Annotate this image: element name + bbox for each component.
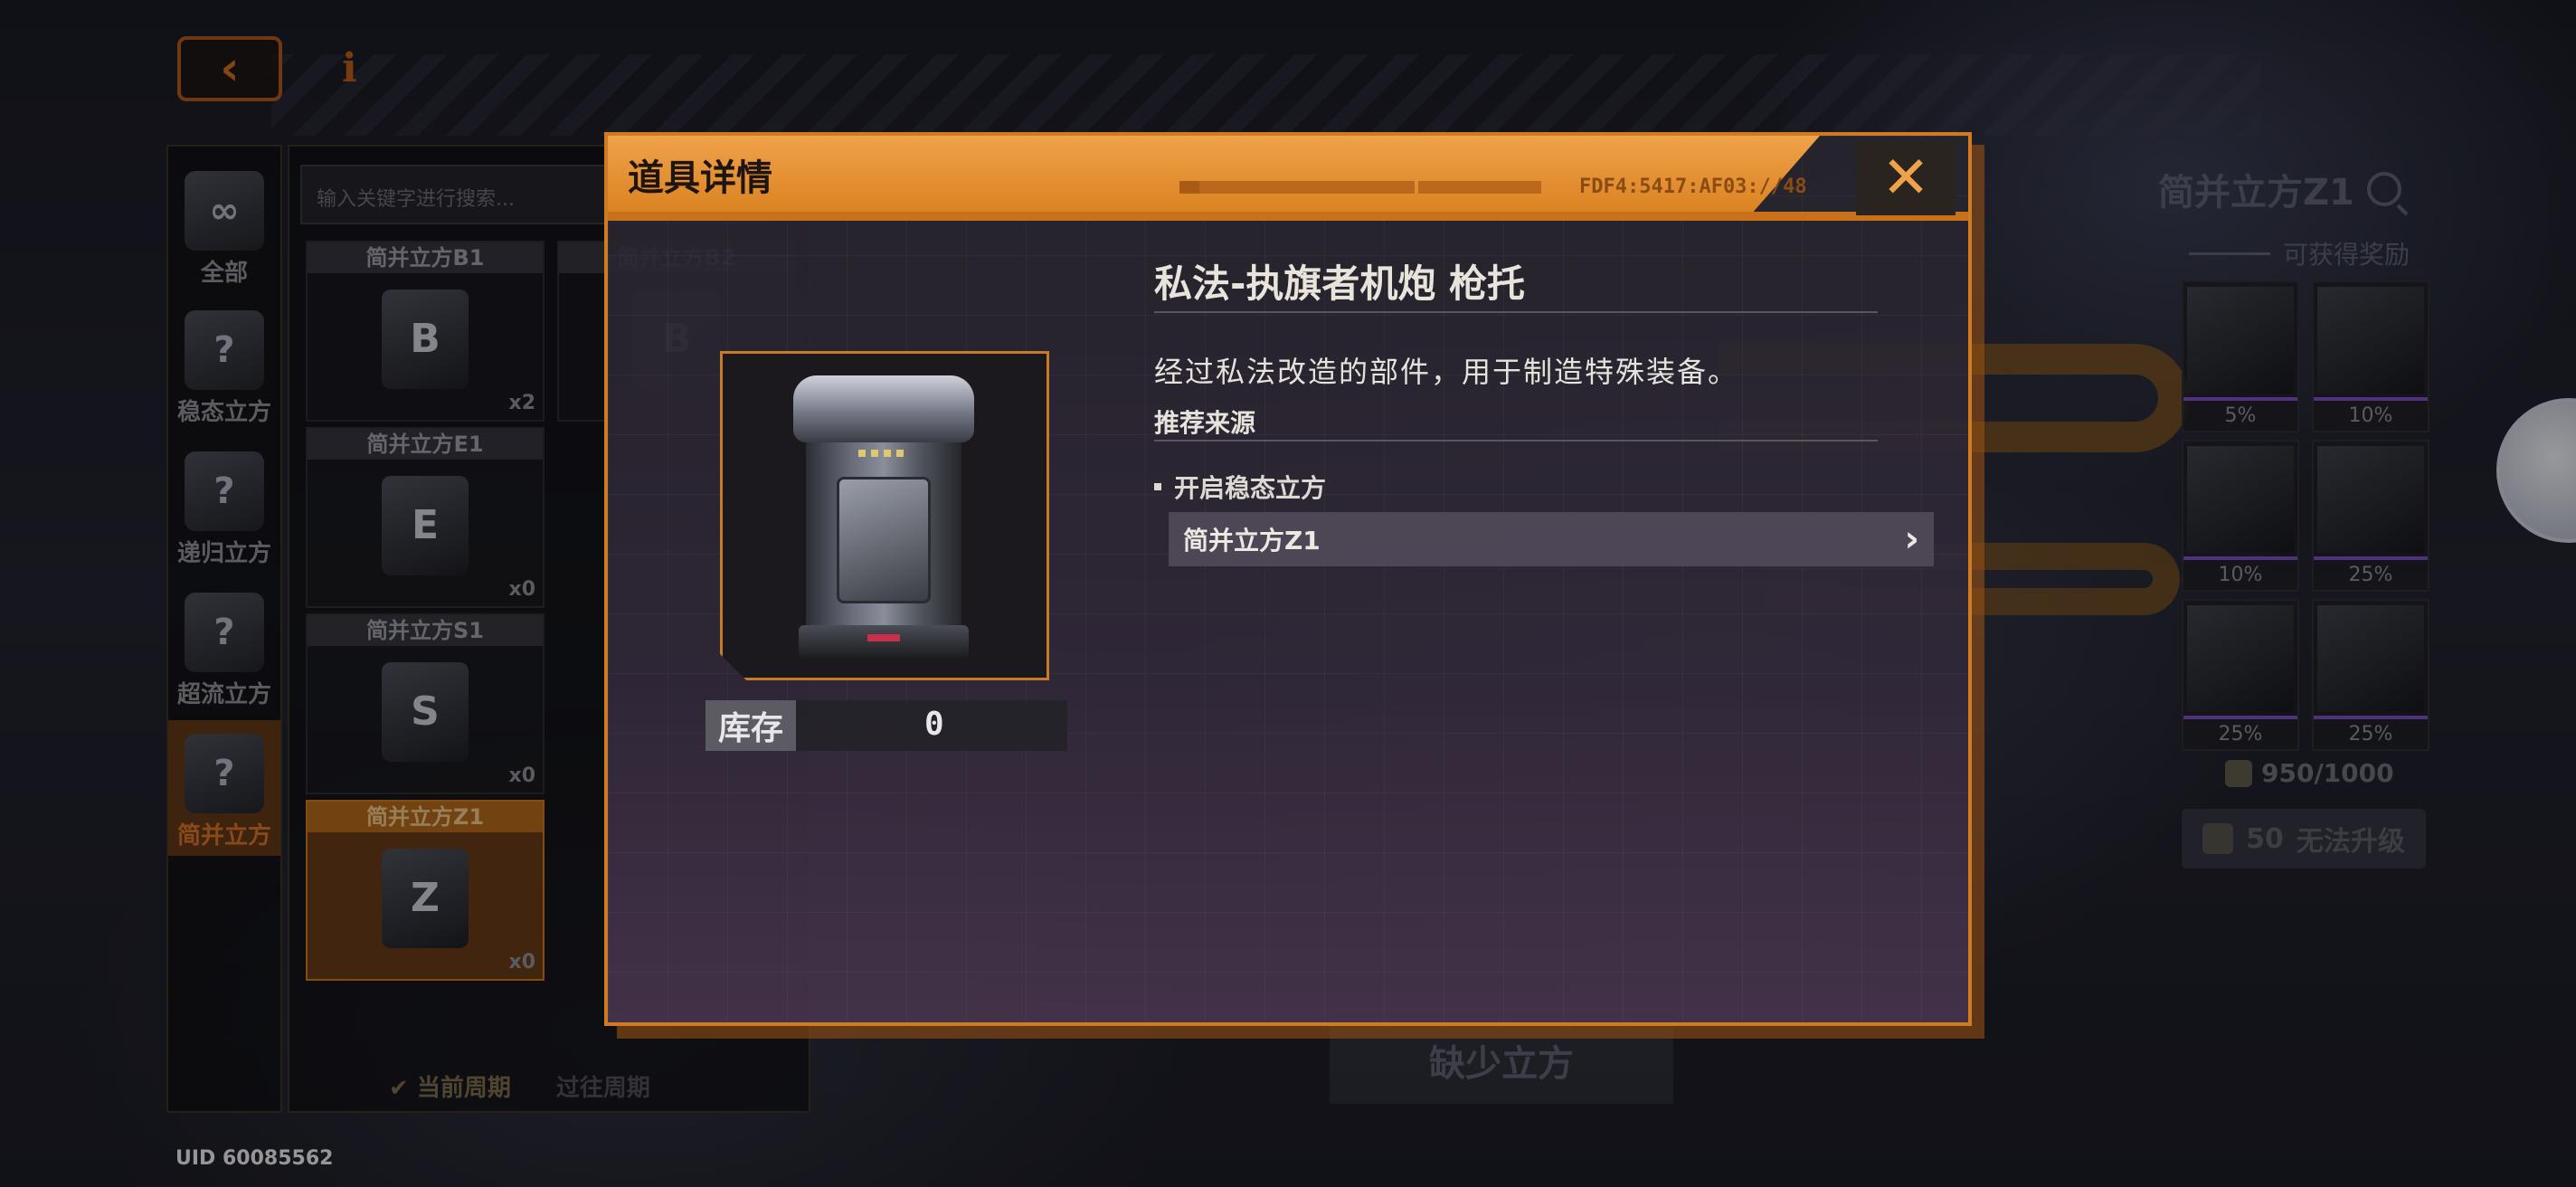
close-icon: ✕ (1881, 145, 1930, 212)
item-detail-modal: 道具详情 FDF4:5417:AF03://48 ✕ 库存 0 私法-执旗者机炮… (604, 132, 1972, 1026)
chevron-right-icon: › (1904, 518, 1919, 560)
header-decoration-bar (1179, 181, 1199, 194)
modal-header-strip (608, 212, 1968, 221)
stock-value: 0 (924, 706, 944, 743)
canister-lid (793, 375, 974, 442)
canister-icon (784, 375, 983, 660)
source-link-button[interactable]: 简并立方Z1 › (1169, 512, 1934, 566)
header-decoration-bar (1179, 181, 1541, 194)
canister-panel (837, 477, 931, 603)
source-title: 推荐来源 (1154, 408, 1256, 438)
canister-lights (858, 450, 904, 457)
canister-red-light (867, 634, 900, 641)
item-description: 经过私法改造的部件，用于制造特殊装备。 (1154, 355, 1739, 389)
source-bullet: 开启稳态立方 (1154, 469, 1326, 505)
source-link-text: 简并立方Z1 (1183, 526, 1321, 556)
source-bullet-text: 开启稳态立方 (1174, 473, 1327, 503)
stock-label: 库存 (706, 700, 796, 751)
item-name: 私法-执旗者机炮 枪托 (1154, 261, 1526, 306)
item-image-frame (720, 351, 1049, 680)
canister-base (799, 625, 969, 658)
divider (1154, 440, 1878, 442)
header-code: FDF4:5417:AF03://48 (1579, 176, 1807, 198)
close-button[interactable]: ✕ (1856, 141, 1956, 215)
modal-title: 道具详情 (628, 157, 772, 199)
divider (1154, 311, 1878, 313)
bullet-icon (1154, 483, 1161, 490)
